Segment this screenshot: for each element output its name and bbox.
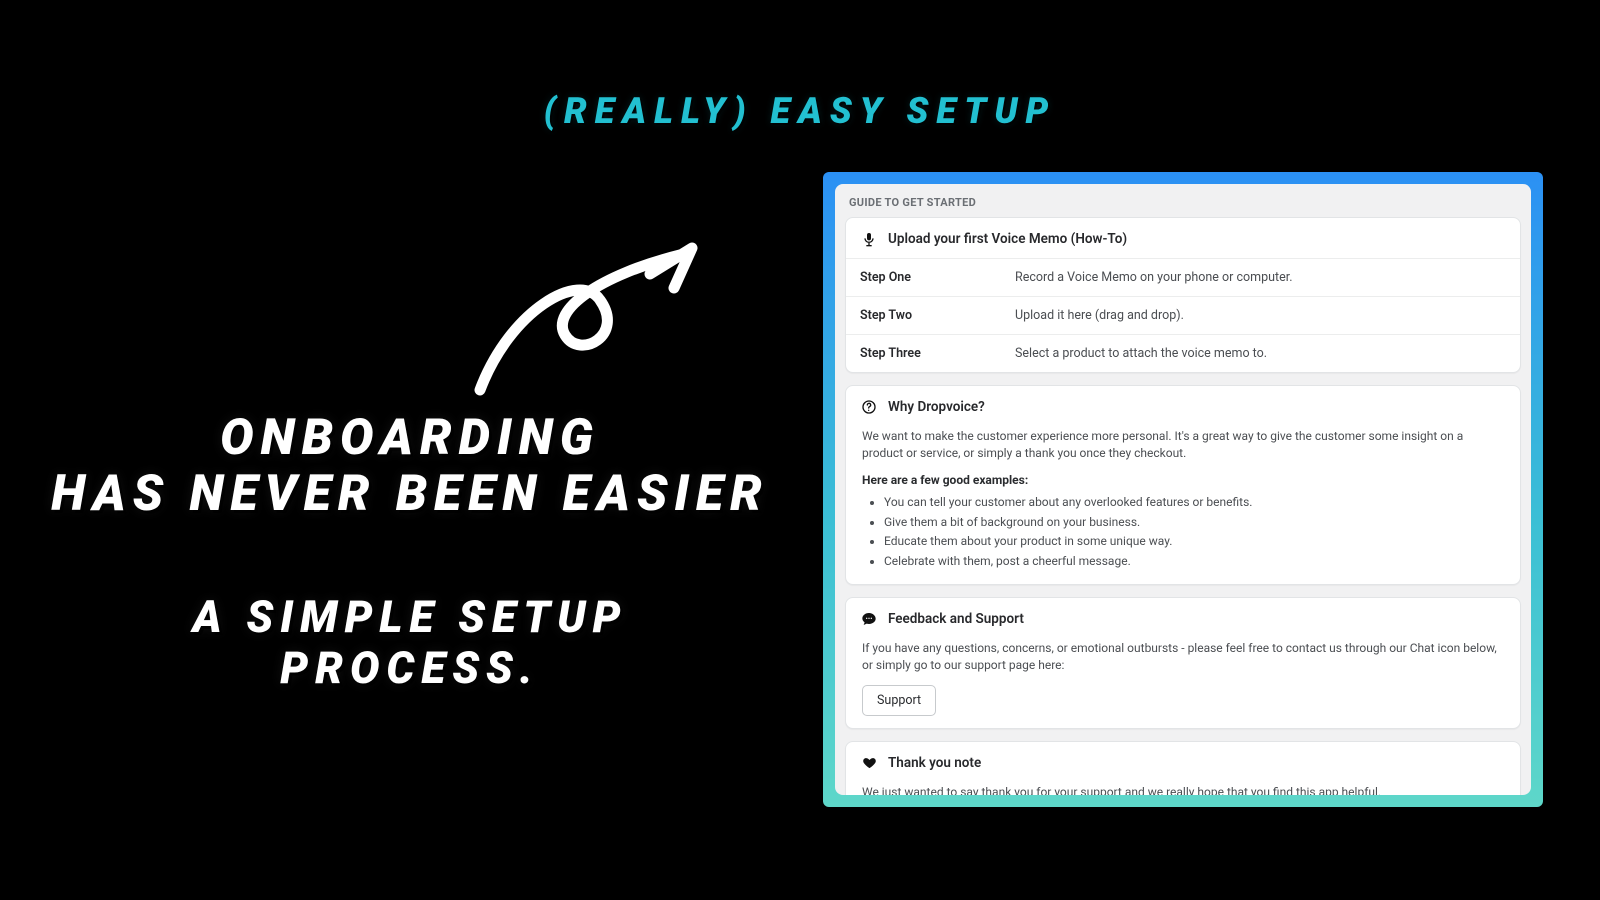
microphone-icon (860, 230, 878, 248)
thankyou-paragraph: We just wanted to say thank you for your… (862, 784, 1504, 795)
copy-line-2: HAS NEVER BEEN EASIER (40, 466, 780, 522)
why-card-title: Why Dropvoice? (888, 399, 985, 415)
step-label: Step Two (846, 297, 1001, 334)
heart-icon (860, 754, 878, 772)
why-paragraph: We want to make the customer experience … (862, 428, 1504, 463)
example-item: Give them a bit of background on your bu… (884, 513, 1504, 533)
setup-panel-frame: GUIDE TO GET STARTED Upload your first V… (823, 172, 1543, 807)
feedback-card: Feedback and Support If you have any que… (845, 597, 1521, 729)
step-row: Step One Record a Voice Memo on your pho… (846, 258, 1520, 296)
feedback-card-title: Feedback and Support (888, 611, 1024, 627)
copy-line-3: A SIMPLE SETUP (40, 592, 780, 643)
upload-card: Upload your first Voice Memo (How-To) St… (845, 217, 1521, 373)
support-button[interactable]: Support (862, 685, 936, 716)
thankyou-card-title: Thank you note (888, 755, 981, 771)
upload-card-title: Upload your first Voice Memo (How-To) (888, 231, 1127, 247)
page-headline: (REALLY) EASY SETUP (0, 90, 1600, 132)
step-row: Step Two Upload it here (drag and drop). (846, 296, 1520, 334)
copy-line-1: ONBOARDING (40, 410, 780, 466)
step-label: Step Three (846, 335, 1001, 372)
copy-line-4: PROCESS. (40, 643, 780, 694)
setup-panel: GUIDE TO GET STARTED Upload your first V… (835, 184, 1531, 795)
marketing-copy: ONBOARDING HAS NEVER BEEN EASIER A SIMPL… (40, 410, 780, 693)
question-circle-icon (860, 398, 878, 416)
examples-label: Here are a few good examples: (862, 473, 1504, 487)
why-card: Why Dropvoice? We want to make the custo… (845, 385, 1521, 585)
step-text: Select a product to attach the voice mem… (1001, 335, 1520, 372)
step-text: Upload it here (drag and drop). (1001, 297, 1520, 334)
example-item: You can tell your customer about any ove… (884, 493, 1504, 513)
step-text: Record a Voice Memo on your phone or com… (1001, 259, 1520, 296)
example-item: Celebrate with them, post a cheerful mes… (884, 552, 1504, 572)
chat-icon (860, 610, 878, 628)
step-row: Step Three Select a product to attach th… (846, 334, 1520, 372)
arrow-illustration (470, 230, 740, 400)
step-label: Step One (846, 259, 1001, 296)
feedback-paragraph: If you have any questions, concerns, or … (862, 640, 1504, 675)
thankyou-card: Thank you note We just wanted to say tha… (845, 741, 1521, 795)
example-item: Educate them about your product in some … (884, 532, 1504, 552)
guide-label: GUIDE TO GET STARTED (849, 196, 1521, 209)
